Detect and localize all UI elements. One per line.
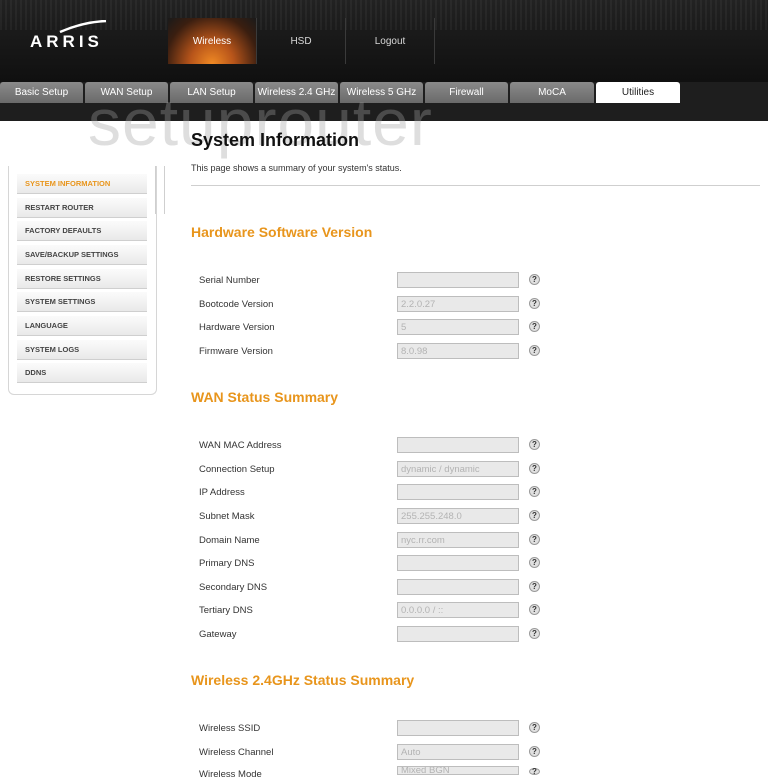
label-gateway: Gateway xyxy=(199,629,237,640)
help-icon[interactable]: ? xyxy=(529,557,540,568)
section-title-wireless-24ghz: Wireless 2.4GHz Status Summary xyxy=(191,672,415,688)
tab-wireless-5ghz[interactable]: Wireless 5 GHz xyxy=(340,82,423,103)
nav-logout[interactable]: Logout xyxy=(346,18,435,64)
sidebar-item-system-information[interactable]: SYSTEM INFORMATION xyxy=(17,174,147,194)
nav-wireless[interactable]: Wireless xyxy=(168,18,257,64)
page-description: This page shows a summary of your system… xyxy=(191,163,402,173)
help-icon[interactable]: ? xyxy=(529,439,540,450)
sidebar-rail xyxy=(155,166,165,214)
help-icon[interactable]: ? xyxy=(529,628,540,639)
tab-wan-setup[interactable]: WAN Setup xyxy=(85,82,168,103)
label-ip-address: IP Address xyxy=(199,487,245,498)
help-icon[interactable]: ? xyxy=(529,581,540,592)
field-connection-setup[interactable] xyxy=(397,461,519,477)
help-icon[interactable]: ? xyxy=(529,767,540,776)
label-hardware-version: Hardware Version xyxy=(199,322,275,333)
help-icon[interactable]: ? xyxy=(529,345,540,356)
sidebar-item-language[interactable]: LANGUAGE xyxy=(17,316,147,336)
sidebar-item-ddns[interactable]: DDNS xyxy=(17,363,147,383)
help-icon[interactable]: ? xyxy=(529,746,540,757)
help-icon[interactable]: ? xyxy=(529,463,540,474)
label-serial-number: Serial Number xyxy=(199,275,260,286)
tab-moca[interactable]: MoCA xyxy=(510,82,594,103)
field-wireless-ssid[interactable] xyxy=(397,720,519,736)
label-connection-setup: Connection Setup xyxy=(199,464,275,475)
label-bootcode-version: Bootcode Version xyxy=(199,299,274,310)
label-primary-dns: Primary DNS xyxy=(199,558,255,569)
help-icon[interactable]: ? xyxy=(529,534,540,545)
field-firmware-version[interactable] xyxy=(397,343,519,359)
label-wan-mac-address: WAN MAC Address xyxy=(199,440,282,451)
sidebar-item-system-logs[interactable]: SYSTEM LOGS xyxy=(17,340,147,360)
label-subnet-mask: Subnet Mask xyxy=(199,511,255,522)
label-secondary-dns: Secondary DNS xyxy=(199,582,268,593)
label-domain-name: Domain Name xyxy=(199,535,260,546)
field-gateway[interactable] xyxy=(397,626,519,642)
label-tertiary-dns: Tertiary DNS xyxy=(199,605,253,616)
field-serial-number[interactable] xyxy=(397,272,519,288)
help-icon[interactable]: ? xyxy=(529,510,540,521)
field-primary-dns[interactable] xyxy=(397,555,519,571)
field-subnet-mask[interactable] xyxy=(397,508,519,524)
sidebar-item-system-settings[interactable]: SYSTEM SETTINGS xyxy=(17,292,147,312)
page-title: System Information xyxy=(191,130,360,150)
help-icon[interactable]: ? xyxy=(529,274,540,285)
sidebar-item-restart-router[interactable]: RESTART ROUTER xyxy=(17,198,147,218)
help-icon[interactable]: ? xyxy=(529,722,540,733)
field-secondary-dns[interactable] xyxy=(397,579,519,595)
sub-tabs: Basic Setup WAN Setup LAN Setup Wireless… xyxy=(0,82,682,103)
field-wireless-channel[interactable] xyxy=(397,744,519,760)
tab-wireless-24ghz[interactable]: Wireless 2.4 GHz xyxy=(255,82,338,103)
field-wireless-mode[interactable] xyxy=(397,766,519,775)
tab-basic-setup[interactable]: Basic Setup xyxy=(0,82,83,103)
field-hardware-version[interactable] xyxy=(397,319,519,335)
section-title-wan-status: WAN Status Summary xyxy=(191,389,339,405)
sidebar: SYSTEM INFORMATION RESTART ROUTER FACTOR… xyxy=(8,166,165,395)
sidebar-item-save-backup-settings[interactable]: SAVE/BACKUP SETTINGS xyxy=(17,245,147,265)
tab-lan-setup[interactable]: LAN Setup xyxy=(170,82,253,103)
tab-utilities[interactable]: Utilities xyxy=(596,82,680,103)
top-header: ARRIS Wireless HSD Logout xyxy=(0,0,768,82)
sidebar-item-factory-defaults[interactable]: FACTORY DEFAULTS xyxy=(17,221,147,241)
main-nav: Wireless HSD Logout xyxy=(168,18,435,64)
section-title-hardware-software: Hardware Software Version xyxy=(191,224,373,240)
help-icon[interactable]: ? xyxy=(529,604,540,615)
tab-firewall[interactable]: Firewall xyxy=(425,82,508,103)
field-bootcode-version[interactable] xyxy=(397,296,519,312)
field-domain-name[interactable] xyxy=(397,532,519,548)
label-firmware-version: Firmware Version xyxy=(199,346,273,357)
help-icon[interactable]: ? xyxy=(529,486,540,497)
help-icon[interactable]: ? xyxy=(529,321,540,332)
help-icon[interactable]: ? xyxy=(529,298,540,309)
label-wireless-channel: Wireless Channel xyxy=(199,747,274,758)
sidebar-item-restore-settings[interactable]: RESTORE SETTINGS xyxy=(17,269,147,289)
arris-logo: ARRIS xyxy=(30,32,103,51)
field-wan-mac-address[interactable] xyxy=(397,437,519,453)
title-divider xyxy=(191,185,760,186)
label-wireless-ssid: Wireless SSID xyxy=(199,723,261,734)
field-ip-address[interactable] xyxy=(397,484,519,500)
field-tertiary-dns[interactable] xyxy=(397,602,519,618)
nav-hsd[interactable]: HSD xyxy=(257,18,346,64)
